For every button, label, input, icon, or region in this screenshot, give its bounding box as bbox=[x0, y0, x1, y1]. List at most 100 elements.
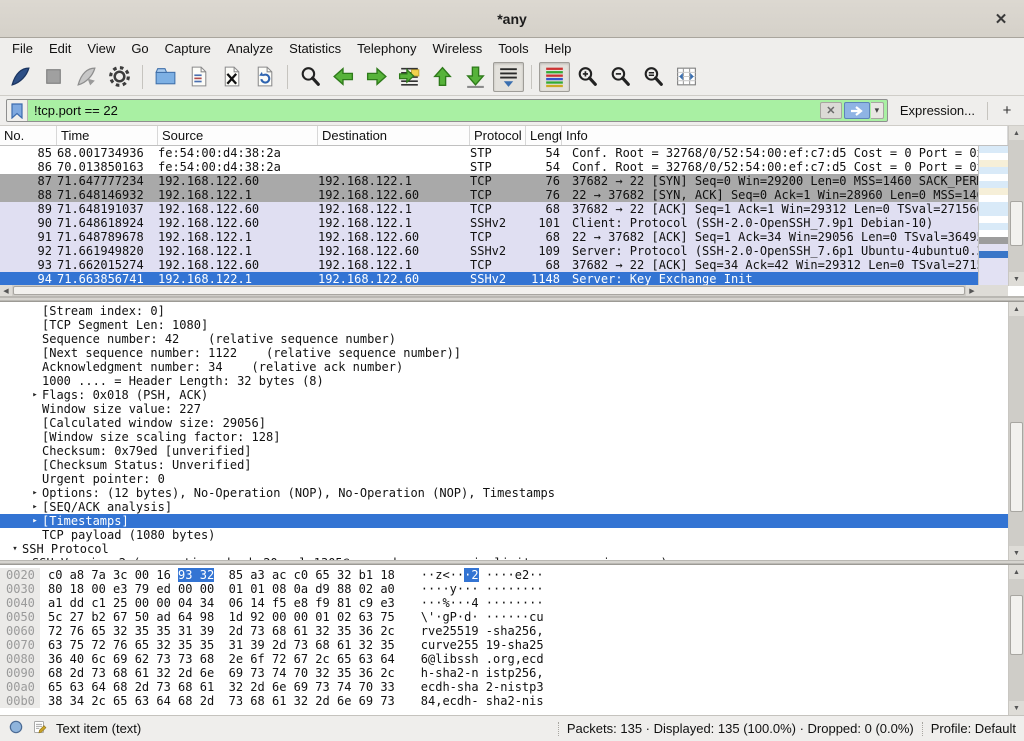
detail-line[interactable]: TCP payload (1080 bytes) bbox=[0, 528, 1008, 542]
go-first-packet-button[interactable] bbox=[427, 62, 458, 92]
menu-item-view[interactable]: View bbox=[79, 40, 123, 57]
expand-right-icon[interactable]: ▸ bbox=[18, 556, 32, 560]
go-back-button[interactable] bbox=[328, 62, 359, 92]
packet-row[interactable]: 8871.648146932192.168.122.1192.168.122.6… bbox=[0, 188, 978, 202]
packet-row[interactable]: 9171.648789678192.168.122.1192.168.122.6… bbox=[0, 230, 978, 244]
packet-row[interactable]: 8971.648191037192.168.122.60192.168.122.… bbox=[0, 202, 978, 216]
add-filter-button-icon[interactable]: + bbox=[996, 101, 1018, 121]
detail-line[interactable]: Acknowledgment number: 34 (relative ack … bbox=[0, 360, 1008, 374]
detail-line[interactable]: Window size value: 227 bbox=[0, 402, 1008, 416]
detail-line[interactable]: ▸[SEQ/ACK analysis] bbox=[0, 500, 1008, 514]
filter-text[interactable]: !tcp.port == 22 bbox=[28, 103, 820, 118]
reload-file-button[interactable] bbox=[249, 62, 280, 92]
menu-item-file[interactable]: File bbox=[4, 40, 41, 57]
column-header-source[interactable]: Source bbox=[158, 126, 318, 145]
packet-list-hscrollbar[interactable]: ◀ ▶ bbox=[0, 285, 978, 296]
restart-capture-button[interactable] bbox=[71, 62, 102, 92]
hex-row[interactable]: 00505c 27 b2 67 50 ad 64 98 1d 92 00 00 … bbox=[0, 610, 1008, 624]
detail-line[interactable]: ▸SSH Version 2 (encryption:chacha20-poly… bbox=[0, 556, 1008, 560]
expand-down-icon[interactable]: ▾ bbox=[8, 542, 22, 556]
menu-item-go[interactable]: Go bbox=[123, 40, 156, 57]
detail-line[interactable]: 1000 .... = Header Length: 32 bytes (8) bbox=[0, 374, 1008, 388]
packet-row[interactable]: 9471.663856741192.168.122.1192.168.122.6… bbox=[0, 272, 978, 286]
filter-apply-icon[interactable] bbox=[844, 102, 870, 119]
expand-right-icon[interactable]: ▸ bbox=[28, 500, 42, 514]
filter-dropdown-icon[interactable]: ▾ bbox=[871, 102, 884, 119]
profile-label[interactable]: Profile: Default bbox=[931, 721, 1016, 736]
packet-row[interactable]: 8568.001734936fe:54:00:d4:38:2aSTP54Conf… bbox=[0, 146, 978, 160]
packet-row[interactable]: 8771.647777234192.168.122.60192.168.122.… bbox=[0, 174, 978, 188]
close-icon[interactable]: ✕ bbox=[990, 8, 1012, 30]
column-header-time[interactable]: Time bbox=[57, 126, 158, 145]
hex-row[interactable]: 00b038 34 2c 65 63 64 68 2d 73 68 61 32 … bbox=[0, 694, 1008, 708]
column-header-protocol[interactable]: Protocol bbox=[470, 126, 526, 145]
column-header-length[interactable]: Length bbox=[526, 126, 562, 145]
scroll-down-icon[interactable]: ▼ bbox=[1009, 546, 1024, 560]
hex-vscrollbar[interactable]: ▲ ▼ bbox=[1008, 565, 1024, 715]
stop-capture-button[interactable] bbox=[38, 62, 69, 92]
menu-item-analyze[interactable]: Analyze bbox=[219, 40, 281, 57]
menu-item-edit[interactable]: Edit bbox=[41, 40, 79, 57]
colorize-toggle[interactable] bbox=[539, 62, 570, 92]
menu-item-tools[interactable]: Tools bbox=[490, 40, 536, 57]
zoom-original-button[interactable] bbox=[638, 62, 669, 92]
scroll-up-icon[interactable]: ▲ bbox=[1009, 126, 1024, 140]
menu-item-help[interactable]: Help bbox=[537, 40, 580, 57]
column-header-destination[interactable]: Destination bbox=[318, 126, 470, 145]
hex-row[interactable]: 007063 75 72 76 65 32 35 35 31 39 2d 73 … bbox=[0, 638, 1008, 652]
resize-columns-button[interactable] bbox=[671, 62, 702, 92]
scroll-left-icon[interactable]: ◀ bbox=[0, 285, 12, 296]
expand-right-icon[interactable]: ▸ bbox=[28, 486, 42, 500]
packet-row[interactable]: 9071.648618924192.168.122.60192.168.122.… bbox=[0, 216, 978, 230]
hex-row[interactable]: 008036 40 6c 69 62 73 73 68 2e 6f 72 67 … bbox=[0, 652, 1008, 666]
expression-button[interactable]: Expression... bbox=[896, 103, 979, 118]
scrollbar-thumb[interactable] bbox=[1010, 201, 1023, 246]
expert-info-icon[interactable] bbox=[8, 719, 24, 738]
hex-row[interactable]: 0040a1 dd c1 25 00 00 04 34 06 14 f5 e8 … bbox=[0, 596, 1008, 610]
scroll-right-icon[interactable]: ▶ bbox=[966, 285, 978, 296]
go-to-packet-button[interactable] bbox=[394, 62, 425, 92]
capture-options-button[interactable] bbox=[104, 62, 135, 92]
display-filter-input[interactable]: !tcp.port == 22 ✕ ▾ bbox=[6, 99, 888, 122]
column-header-no[interactable]: No. bbox=[0, 126, 57, 145]
scrollbar-thumb[interactable] bbox=[1010, 595, 1023, 655]
close-file-button[interactable] bbox=[216, 62, 247, 92]
hex-row[interactable]: 0020c0 a8 7a 3c 00 16 93 32 85 a3 ac c0 … bbox=[0, 568, 1008, 582]
go-last-packet-button[interactable] bbox=[460, 62, 491, 92]
find-packet-button[interactable] bbox=[295, 62, 326, 92]
detail-line[interactable]: ▾SSH Protocol bbox=[0, 542, 1008, 556]
detail-line[interactable]: ▸Options: (12 bytes), No-Operation (NOP)… bbox=[0, 486, 1008, 500]
packet-row[interactable]: 8670.013850163fe:54:00:d4:38:2aSTP54Conf… bbox=[0, 160, 978, 174]
menu-item-wireless[interactable]: Wireless bbox=[424, 40, 490, 57]
hex-row[interactable]: 00a065 63 64 68 2d 73 68 61 32 2d 6e 69 … bbox=[0, 680, 1008, 694]
detail-line[interactable]: [Window size scaling factor: 128] bbox=[0, 430, 1008, 444]
scroll-down-icon[interactable]: ▼ bbox=[1009, 701, 1024, 715]
packet-list-vscrollbar[interactable]: ▲ ▼ bbox=[1008, 126, 1024, 286]
detail-line[interactable]: ▸Flags: 0x018 (PSH, ACK) bbox=[0, 388, 1008, 402]
column-header-info[interactable]: Info bbox=[562, 126, 1008, 145]
detail-line[interactable]: Sequence number: 42 (relative sequence n… bbox=[0, 332, 1008, 346]
detail-line[interactable]: [Next sequence number: 1122 (relative se… bbox=[0, 346, 1008, 360]
detail-line[interactable]: [Calculated window size: 29056] bbox=[0, 416, 1008, 430]
filter-clear-icon[interactable]: ✕ bbox=[820, 102, 842, 119]
save-file-button[interactable] bbox=[183, 62, 214, 92]
menu-item-statistics[interactable]: Statistics bbox=[281, 40, 349, 57]
intelligent-scrollbar-minimap[interactable] bbox=[978, 146, 1008, 286]
hex-row[interactable]: 009068 2d 73 68 61 32 2d 6e 69 73 74 70 … bbox=[0, 666, 1008, 680]
scrollbar-thumb[interactable] bbox=[13, 286, 965, 295]
detail-line[interactable]: [Checksum Status: Unverified] bbox=[0, 458, 1008, 472]
hex-row[interactable]: 006072 76 65 32 35 35 31 39 2d 73 68 61 … bbox=[0, 624, 1008, 638]
start-capture-button[interactable] bbox=[5, 62, 36, 92]
expand-right-icon[interactable]: ▸ bbox=[28, 514, 42, 528]
scroll-down-icon[interactable]: ▼ bbox=[1009, 272, 1024, 286]
expand-right-icon[interactable]: ▸ bbox=[28, 388, 42, 402]
zoom-out-button[interactable] bbox=[605, 62, 636, 92]
go-forward-button[interactable] bbox=[361, 62, 392, 92]
menu-item-telephony[interactable]: Telephony bbox=[349, 40, 424, 57]
packet-row[interactable]: 9371.662015274192.168.122.60192.168.122.… bbox=[0, 258, 978, 272]
capture-comment-icon[interactable] bbox=[32, 719, 48, 738]
bookmark-icon[interactable] bbox=[7, 100, 28, 121]
scroll-up-icon[interactable]: ▲ bbox=[1009, 565, 1024, 579]
scroll-up-icon[interactable]: ▲ bbox=[1009, 302, 1024, 316]
open-file-button[interactable] bbox=[150, 62, 181, 92]
